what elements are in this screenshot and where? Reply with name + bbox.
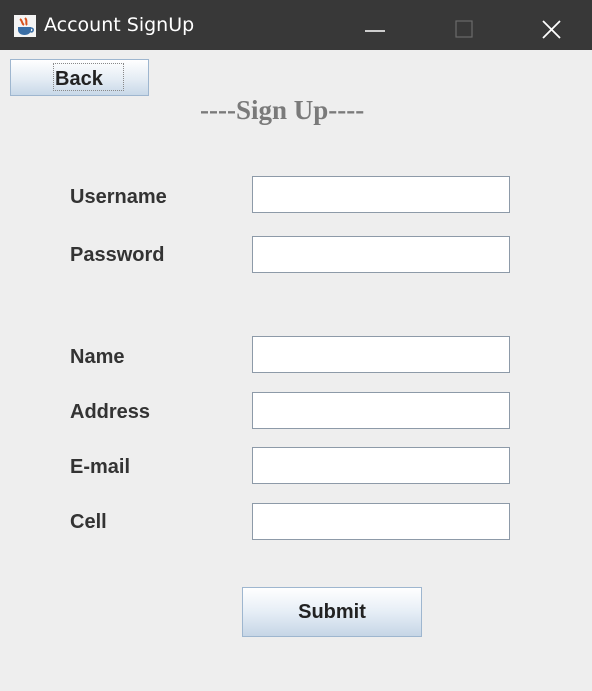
- minimize-button[interactable]: [345, 0, 405, 50]
- page-title: ----Sign Up----: [200, 95, 365, 125]
- username-label: Username: [70, 186, 167, 208]
- close-button[interactable]: [522, 0, 582, 50]
- window-title: Account SignUp: [44, 14, 195, 36]
- java-cup-icon: [14, 15, 36, 37]
- address-field[interactable]: [252, 392, 510, 429]
- submit-button-label: Submit: [298, 601, 366, 623]
- address-label: Address: [70, 401, 151, 423]
- submit-button[interactable]: Submit: [242, 587, 422, 637]
- close-icon: [542, 20, 561, 39]
- cell-label: Cell: [70, 511, 107, 533]
- minimize-icon: [365, 30, 385, 32]
- username-field[interactable]: [252, 176, 510, 213]
- cell-field[interactable]: [252, 503, 510, 540]
- maximize-icon: [455, 20, 473, 38]
- email-label: E-mail: [70, 456, 131, 478]
- email-field[interactable]: [252, 447, 510, 484]
- signup-window: Account SignUp Back ----Sign Up---- User…: [0, 0, 592, 691]
- password-label: Password: [70, 244, 165, 266]
- back-button-label: Back: [55, 68, 103, 90]
- name-field[interactable]: [252, 336, 510, 373]
- maximize-button[interactable]: [435, 0, 495, 50]
- back-button[interactable]: Back: [10, 59, 149, 96]
- password-field[interactable]: [252, 236, 510, 273]
- title-bar[interactable]: Account SignUp: [0, 0, 592, 50]
- name-label: Name: [70, 346, 125, 368]
